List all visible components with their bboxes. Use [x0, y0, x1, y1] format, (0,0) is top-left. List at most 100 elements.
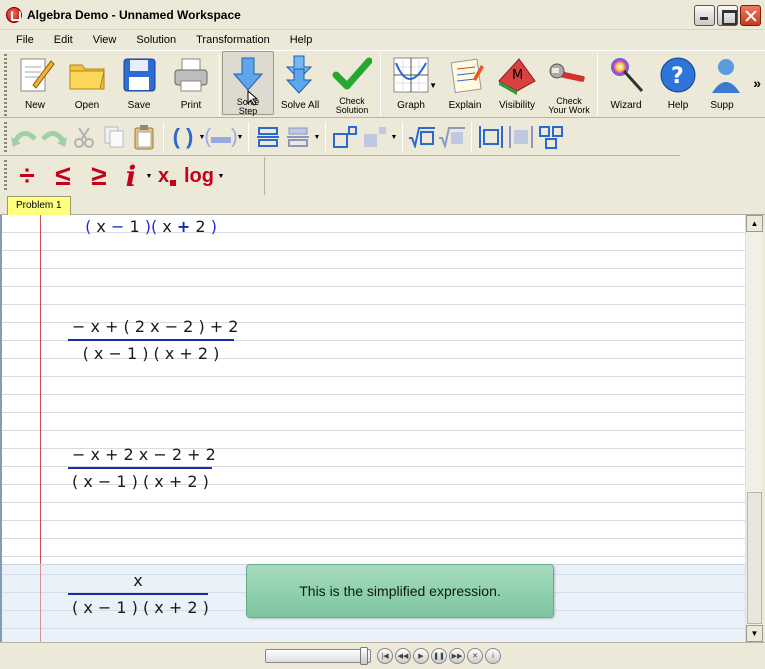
edit-toolbar: ( ) ▼ (▬) ▼ ▼ ▼	[0, 119, 680, 156]
app-icon	[6, 7, 22, 23]
floppy-disk-icon	[119, 55, 159, 95]
step-4-fraction: x ( x − 1 ) ( x + 2 )	[68, 571, 209, 617]
root-icon[interactable]	[407, 122, 437, 152]
absolute-value-filled-icon[interactable]	[506, 122, 536, 152]
fast-forward-icon[interactable]: ▶▶	[449, 648, 465, 664]
step-1-denominator: ( x − 1 )( x + 2 )	[85, 217, 217, 236]
solve-all-arrows-icon	[280, 55, 320, 95]
cut-icon[interactable]	[69, 122, 99, 152]
magic-wand-icon	[606, 55, 646, 95]
problem-tabs: Problem 1	[0, 195, 765, 215]
wrench-icon	[549, 55, 589, 95]
visibility-icon: M	[497, 55, 537, 95]
check-solution-button[interactable]: Check Solution	[326, 51, 378, 115]
step-4-numerator: x	[133, 571, 143, 590]
vertical-scrollbar[interactable]: ▲ ▼	[745, 215, 763, 642]
maximize-button[interactable]	[717, 5, 738, 26]
math-workspace[interactable]: ( x − 1 )( x + 2 ) − x + ( 2 x − 2 ) + 2…	[0, 215, 745, 642]
parentheses-icon[interactable]: ( )	[168, 122, 198, 152]
rewind-icon[interactable]: ◀◀	[395, 648, 411, 664]
less-equal-button[interactable]: ≤	[45, 159, 81, 193]
pause-icon[interactable]: ❚❚	[431, 648, 447, 664]
scroll-thumb[interactable]	[747, 492, 762, 624]
info-icon[interactable]: i	[485, 648, 501, 664]
graph-dropdown-caret[interactable]: ▼	[429, 81, 437, 90]
info-dropdown[interactable]: ▼	[145, 173, 153, 180]
step-3-numerator: − x + 2 x − 2 + 2	[72, 445, 216, 464]
fraction-dropdown[interactable]: ▼	[313, 134, 321, 141]
step-2-denominator: ( x − 1 ) ( x + 2 )	[82, 344, 220, 363]
open-button[interactable]: Open	[61, 51, 113, 115]
skip-to-start-icon[interactable]: |◀	[377, 648, 393, 664]
wizard-button[interactable]: Wizard	[600, 51, 652, 115]
play-icon[interactable]: ▶	[413, 648, 429, 664]
support-button[interactable]: Supp	[704, 51, 740, 115]
fraction-filled-icon[interactable]	[283, 122, 313, 152]
step-3-denominator: ( x − 1 ) ( x + 2 )	[72, 472, 209, 491]
scroll-up-arrow-icon[interactable]: ▲	[746, 215, 763, 232]
slider-knob[interactable]	[360, 647, 368, 665]
menu-solution[interactable]: Solution	[126, 32, 186, 48]
copy-icon[interactable]	[99, 122, 129, 152]
toolbar-grip[interactable]	[4, 54, 7, 116]
explain-button[interactable]: Explain	[439, 51, 491, 115]
stop-icon[interactable]: ✕	[467, 648, 483, 664]
save-button[interactable]: Save	[113, 51, 165, 115]
menu-view[interactable]: View	[83, 32, 127, 48]
check-your-work-button[interactable]: Check Your Work	[543, 51, 595, 115]
print-button[interactable]: Print	[165, 51, 217, 115]
greater-equal-button[interactable]: ≥	[81, 159, 117, 193]
visibility-button[interactable]: M Visibility	[491, 51, 543, 115]
svg-text:?: ?	[671, 64, 684, 89]
redo-icon[interactable]	[39, 122, 69, 152]
explanation-tooltip: This is the simplified expression.	[246, 564, 554, 618]
step-3-fraction: − x + 2 x − 2 + 2 ( x − 1 ) ( x + 2 )	[68, 445, 216, 491]
scroll-down-arrow-icon[interactable]: ▼	[746, 625, 763, 642]
new-document-icon	[15, 55, 55, 95]
help-question-icon: ?	[658, 55, 698, 95]
new-button[interactable]: New	[9, 51, 61, 115]
help-button[interactable]: ? Help	[652, 51, 704, 115]
tab-problem-1[interactable]: Problem 1	[7, 196, 71, 215]
fraction-layout-icon[interactable]	[253, 122, 283, 152]
close-button[interactable]	[740, 5, 761, 26]
exponent-dropdown[interactable]: ▼	[390, 134, 398, 141]
playback-slider[interactable]	[265, 647, 371, 665]
paste-icon[interactable]	[129, 122, 159, 152]
subscript-button[interactable]: x	[153, 159, 181, 193]
exponent-icon[interactable]	[330, 122, 360, 152]
operator-toolbar: ÷ ≤ ≥ i ▼ x log ▼	[0, 157, 265, 195]
subscript-layout-icon[interactable]	[536, 122, 566, 152]
step-4-denominator: ( x − 1 ) ( x + 2 )	[72, 598, 209, 617]
parenthesized-box-icon[interactable]: (▬)	[204, 122, 237, 152]
root-filled-icon[interactable]	[437, 122, 467, 152]
folder-icon	[67, 55, 107, 95]
mouse-cursor-icon	[247, 90, 259, 106]
menu-bar: File Edit View Solution Transformation H…	[0, 30, 765, 49]
exponent-filled-icon[interactable]	[360, 122, 390, 152]
step-2-fraction: − x + ( 2 x − 2 ) + 2 ( x − 1 ) ( x + 2 …	[68, 317, 239, 363]
divide-button[interactable]: ÷	[9, 159, 45, 193]
menu-file[interactable]: File	[6, 32, 44, 48]
svg-text:M: M	[512, 68, 523, 83]
explain-notes-icon	[445, 55, 485, 95]
toolbar-overflow-button[interactable]: »	[753, 75, 761, 91]
menu-transformation[interactable]: Transformation	[186, 32, 280, 48]
log-dropdown[interactable]: ▼	[217, 173, 225, 180]
graph-button[interactable]: Graph ▼	[383, 51, 439, 115]
solve-all-button[interactable]: Solve All	[274, 51, 326, 115]
menu-edit[interactable]: Edit	[44, 32, 83, 48]
printer-icon	[171, 55, 211, 95]
undo-icon[interactable]	[9, 122, 39, 152]
minimize-button[interactable]	[694, 5, 715, 26]
graph-icon	[391, 55, 431, 95]
menu-help[interactable]: Help	[280, 32, 323, 48]
playback-bar: |◀ ◀◀ ▶ ❚❚ ▶▶ ✕ i	[0, 642, 765, 669]
info-button[interactable]: i	[117, 159, 145, 193]
log-button[interactable]: log	[181, 159, 217, 193]
step-2-numerator: − x + ( 2 x − 2 ) + 2	[72, 317, 239, 336]
step-1-fraction: ( x − 1 )( x + 2 )	[68, 215, 234, 236]
solve-step-button[interactable]: SolveStep	[222, 51, 274, 116]
title-bar: Algebra Demo - Unnamed Workspace	[0, 0, 765, 30]
absolute-value-icon[interactable]	[476, 122, 506, 152]
